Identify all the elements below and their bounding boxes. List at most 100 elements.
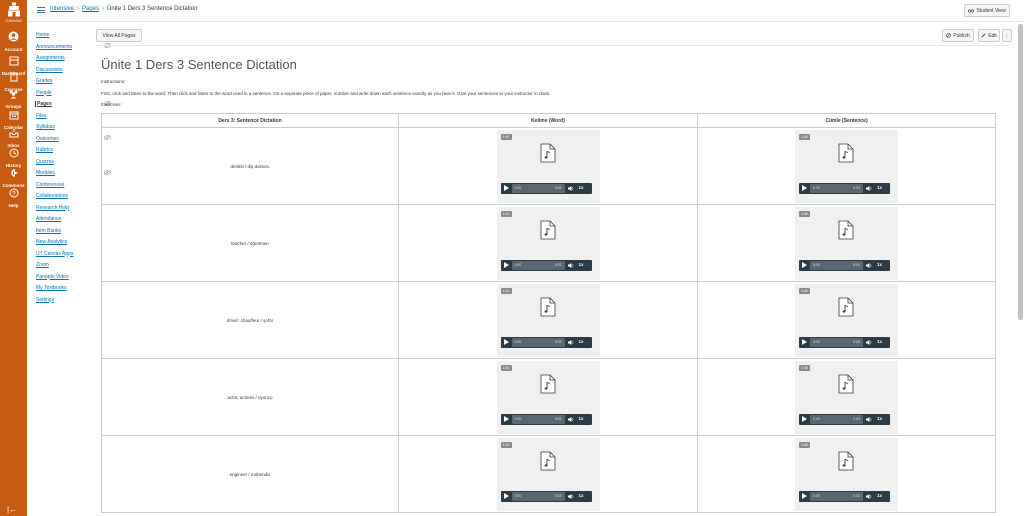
course-nav-rubrics[interactable]: Rubrics: [36, 147, 53, 153]
sentence-audio-player[interactable]: 1:40 0:00 0:03 1x: [795, 437, 898, 511]
page-scrollbar[interactable]: [1018, 24, 1023, 320]
course-nav-home[interactable]: Home: [36, 32, 49, 38]
course-nav-my-textbooks[interactable]: My Textbooks: [36, 285, 66, 291]
instructions-text: First, click and listen to the word. The…: [101, 91, 551, 96]
course-nav-conferences[interactable]: Conferences: [36, 182, 64, 188]
playback-speed[interactable]: 1x: [579, 339, 584, 344]
play-icon[interactable]: [802, 262, 807, 268]
course-nav-item-banks[interactable]: Item Banks: [36, 228, 61, 234]
page-toolbar: View All Pages Publish Edit ⋮: [96, 22, 1012, 46]
progress-bar[interactable]: 0:00 0:04: [810, 260, 863, 270]
volume-icon[interactable]: [567, 493, 574, 499]
play-icon[interactable]: [802, 339, 807, 345]
volume-icon[interactable]: [567, 339, 574, 345]
playback-speed[interactable]: 1x: [877, 185, 882, 190]
playback-speed[interactable]: 1x: [579, 493, 584, 498]
course-nav-grades[interactable]: Grades: [36, 78, 52, 84]
word-audio-player[interactable]: 1:40 0:00 0:03 1x: [496, 283, 600, 357]
course-nav-collaborations[interactable]: Collaborations: [36, 193, 68, 199]
progress-bar[interactable]: 0:00 0:03: [511, 183, 565, 193]
audio-file-icon: [838, 451, 854, 470]
playback-speed[interactable]: 1x: [877, 493, 882, 498]
sentence-cell: 1:40 0:00 0:03 1x: [697, 435, 996, 513]
course-nav-attendance[interactable]: Attendance: [36, 216, 61, 222]
word-audio-player[interactable]: 1:40 0:00 0:03 1x: [496, 360, 600, 434]
edit-button[interactable]: Edit: [978, 29, 1000, 42]
student-view-label: Student View: [976, 7, 1006, 14]
breadcrumb-course[interactable]: Intensive: [50, 6, 74, 12]
student-view-button[interactable]: Student View: [964, 4, 1010, 17]
volume-icon[interactable]: [866, 493, 872, 499]
volume-icon[interactable]: [866, 339, 872, 345]
play-icon[interactable]: [802, 416, 807, 422]
playback-speed[interactable]: 1x: [579, 185, 584, 190]
audio-file-icon: [838, 374, 854, 393]
duration-badge: 1:40: [799, 133, 810, 140]
time-current: 0:00: [813, 186, 820, 190]
volume-icon[interactable]: [567, 262, 574, 268]
sentence-audio-player[interactable]: 1:40 0:00 0:04 1x: [795, 206, 898, 280]
volume-icon[interactable]: [866, 185, 872, 191]
course-nav-zoom[interactable]: Zoom: [36, 262, 49, 268]
course-nav-outcomes[interactable]: Outcomes: [36, 136, 59, 142]
playback-speed[interactable]: 1x: [877, 262, 882, 267]
playback-speed[interactable]: 1x: [877, 416, 882, 421]
breadcrumb-pages[interactable]: Pages: [82, 6, 99, 12]
course-nav-discussions[interactable]: Discussions: [36, 67, 63, 73]
progress-bar[interactable]: 0:00 0:03: [810, 337, 863, 347]
audio-file-icon: [838, 297, 854, 316]
volume-icon[interactable]: [567, 185, 574, 191]
sentence-audio-player[interactable]: 1:40 0:00 0:04 1x: [795, 129, 898, 203]
play-icon[interactable]: [503, 185, 509, 191]
progress-bar[interactable]: 0:00 0:03: [511, 414, 565, 424]
global-nav-groups[interactable]: Groups: [0, 86, 27, 109]
volume-icon[interactable]: [866, 416, 872, 422]
play-icon[interactable]: [503, 493, 509, 499]
global-nav-help[interactable]: ? Help: [0, 185, 27, 208]
volume-icon[interactable]: [567, 416, 574, 422]
playback-speed[interactable]: 1x: [579, 262, 584, 267]
playback-speed[interactable]: 1x: [579, 416, 584, 421]
course-nav-pages[interactable]: Pages: [35, 101, 52, 107]
course-nav-assignments[interactable]: Assignments: [36, 55, 65, 61]
course-nav-modules[interactable]: Modules: [36, 170, 55, 176]
course-nav-ut-canvas-apps[interactable]: UT Canvas Apps: [36, 251, 73, 257]
volume-icon[interactable]: [866, 262, 872, 268]
course-nav-files[interactable]: Files: [36, 113, 47, 119]
canvas-logo[interactable]: CANVAS: [0, 2, 27, 23]
play-icon[interactable]: [503, 416, 509, 422]
progress-bar[interactable]: 0:00 0:03: [810, 414, 863, 424]
publish-button[interactable]: Publish: [942, 29, 974, 42]
progress-bar[interactable]: 0:00 0:03: [810, 491, 863, 501]
course-nav-quizzes[interactable]: Quizzes: [36, 159, 54, 165]
glasses-icon: [968, 9, 975, 13]
playback-speed[interactable]: 1x: [877, 339, 882, 344]
play-icon[interactable]: [802, 185, 807, 191]
view-all-pages-button[interactable]: View All Pages: [96, 29, 142, 42]
menu-toggle-icon[interactable]: [37, 7, 45, 13]
progress-bar[interactable]: 0:00 0:03: [511, 260, 565, 270]
word-audio-player[interactable]: 1:40 0:00 0:03 1x: [496, 206, 600, 280]
word-audio-player[interactable]: 1:40 0:00 0:03 1x: [496, 437, 600, 511]
sentence-audio-player[interactable]: 1:40 0:00 0:03 1x: [795, 283, 898, 357]
more-options-button[interactable]: ⋮: [1002, 29, 1012, 42]
course-nav-people[interactable]: People: [36, 90, 52, 96]
course-nav-new-analytics[interactable]: New Analytics: [36, 239, 67, 245]
play-icon[interactable]: [503, 339, 509, 345]
prompt-cell: driver: chauffeur / şoför: [101, 281, 399, 359]
progress-bar[interactable]: 0:00 0:03: [511, 337, 565, 347]
sentence-audio-player[interactable]: 1:40 0:00 0:03 1x: [795, 360, 898, 434]
play-icon[interactable]: [503, 262, 509, 268]
course-nav-settings[interactable]: Settings: [36, 297, 54, 303]
progress-bar[interactable]: 0:00 0:03: [511, 491, 565, 501]
global-nav-account[interactable]: Account: [0, 29, 27, 52]
course-nav-research-help[interactable]: Research Help: [36, 205, 69, 211]
course-nav-panopto-video[interactable]: Panopto Video: [36, 274, 69, 280]
course-nav-syllabus[interactable]: Syllabus: [36, 124, 55, 130]
word-audio-player[interactable]: 1:40 0:00 0:03 1x: [496, 129, 600, 203]
collapse-nav-button[interactable]: |←: [7, 505, 17, 514]
course-nav-announcements[interactable]: Announcements: [36, 44, 72, 50]
time-current: 0:00: [514, 186, 522, 190]
play-icon[interactable]: [802, 493, 807, 499]
progress-bar[interactable]: 0:00 0:04: [810, 183, 863, 193]
